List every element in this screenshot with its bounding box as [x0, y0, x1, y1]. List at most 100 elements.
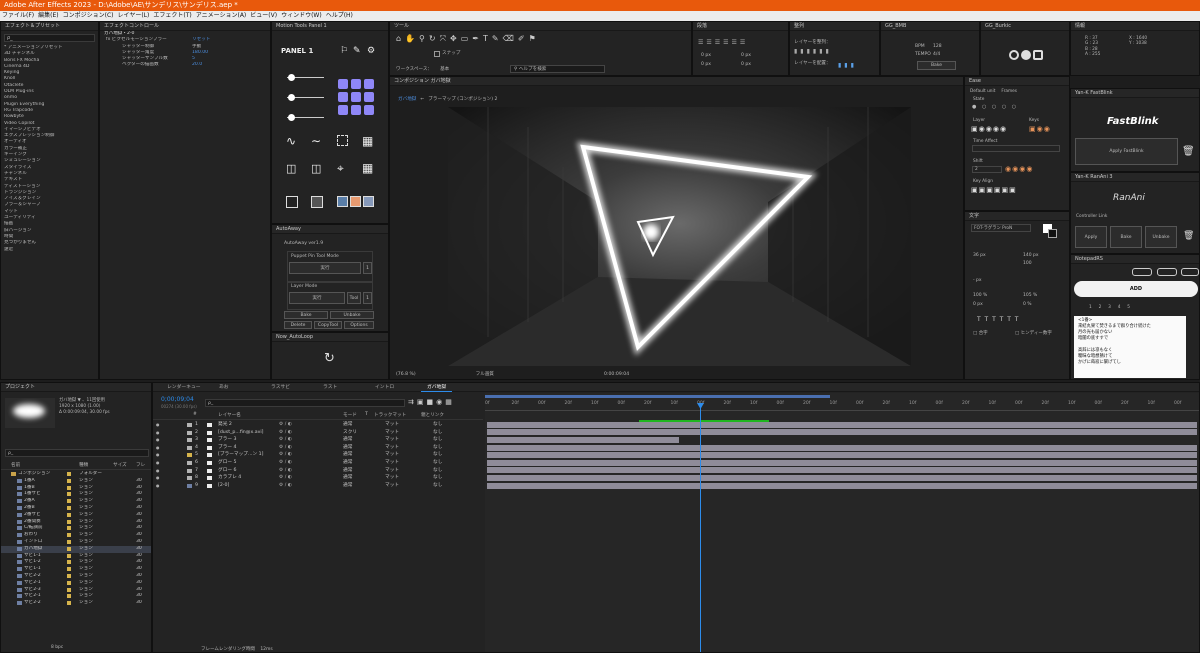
workspace-select[interactable]: 基本 [440, 67, 449, 72]
layer-name[interactable]: ブラー 4 [218, 444, 237, 452]
label-color[interactable] [67, 478, 71, 483]
layer-name[interactable]: 発光 2 [218, 421, 232, 429]
layer-row[interactable]: ● 7 グロー 6 ⚙ / ◐ 通常 マット なし [153, 467, 483, 475]
tool-icon[interactable]: ✎ [492, 34, 503, 43]
timeline-tab[interactable]: レンダーキュー [161, 383, 207, 392]
menu-item[interactable]: レイヤー(L) [116, 12, 152, 19]
label-color[interactable] [67, 519, 71, 524]
ranani-unbake-button[interactable]: Unbake [1145, 226, 1177, 248]
anchor-cell[interactable] [364, 105, 374, 115]
label-color[interactable] [67, 526, 71, 531]
help-search-input[interactable]: ⚲ ヘルプを検索 [510, 65, 605, 73]
tool-icon[interactable]: ✒ [472, 34, 483, 43]
layer-parent[interactable]: なし [433, 429, 442, 437]
visibility-eye-icon[interactable]: ● [156, 467, 160, 475]
tool-icon[interactable]: ▭ [461, 34, 473, 43]
tool-icon[interactable]: ⚲ [419, 34, 429, 43]
run-button-1[interactable]: 実行 [289, 262, 361, 274]
keys-buttons[interactable]: ▣◉◉ [1029, 125, 1051, 133]
layer-label-color[interactable] [187, 476, 192, 481]
font-size[interactable]: 36 px [973, 253, 986, 258]
zoom-select[interactable]: (76.8 %) [396, 372, 416, 377]
layer-track-bar[interactable] [487, 437, 679, 443]
layer-label-color[interactable] [187, 445, 192, 450]
tool-icon[interactable]: T [483, 34, 492, 43]
label-color[interactable] [67, 587, 71, 592]
layer-track-bar[interactable] [487, 429, 1197, 436]
layer-row[interactable]: ● 8 カラブレ 4 ⚙ / ◐ 通常 マット なし [153, 474, 483, 482]
layer-matte[interactable]: マット [385, 482, 399, 490]
timeline-tab[interactable]: あお [213, 383, 235, 392]
label-color[interactable] [67, 580, 71, 585]
label-color[interactable] [67, 601, 71, 606]
project-item[interactable]: サビ2-3 ション 30 [1, 587, 151, 594]
tempo-value[interactable]: 4/4 [933, 52, 940, 57]
layer-switches[interactable]: ⚙ / ◐ [279, 421, 292, 429]
bpm-value[interactable]: 128 [933, 44, 942, 49]
layer-name[interactable]: ブラー 3 [218, 436, 237, 444]
null-icon[interactable] [286, 196, 298, 208]
visibility-eye-icon[interactable]: ● [156, 459, 160, 467]
menu-item[interactable]: エフェクト(T) [151, 12, 193, 19]
tool-icon[interactable]: ⌂ [396, 34, 405, 43]
color-swatch-grey[interactable] [363, 196, 374, 207]
visibility-eye-icon[interactable]: ● [156, 436, 160, 444]
visibility-eye-icon[interactable]: ● [156, 474, 160, 482]
anchor-cell[interactable] [364, 79, 374, 89]
list-icon[interactable] [1132, 268, 1152, 276]
project-item[interactable]: C/転調前 ション 30 [1, 525, 151, 532]
label-color[interactable] [67, 594, 71, 599]
layer-parent[interactable]: なし [433, 421, 442, 429]
property-value[interactable]: 20.0 [192, 62, 202, 68]
layer-switches[interactable]: ⚙ / ◐ [279, 459, 292, 467]
project-item[interactable]: サビ2-2 ション 30 [1, 600, 151, 607]
tool-icon[interactable]: ✥ [450, 34, 461, 43]
tool-icon[interactable]: ↻ [429, 34, 440, 43]
project-item[interactable]: 1番B ション 30 [1, 485, 151, 492]
project-item[interactable]: 2番B ション 30 [1, 505, 151, 512]
col-name[interactable]: 名前 [11, 462, 20, 468]
layer-mode[interactable]: 通常 [343, 482, 352, 490]
anchor-cell[interactable] [364, 92, 374, 102]
col-parent[interactable]: 親とリンク [421, 412, 444, 418]
grid-icon[interactable]: ▦ [362, 134, 373, 148]
slider-2-handle[interactable] [288, 94, 295, 101]
layer-label-color[interactable] [187, 423, 192, 427]
link-icon[interactable] [1181, 268, 1199, 276]
tool-button[interactable]: Tool [347, 292, 361, 304]
layer-switches[interactable]: ⚙ / ◐ [279, 482, 292, 490]
layer-label-color[interactable] [187, 461, 192, 465]
label-color[interactable] [67, 540, 71, 544]
layer-label-color[interactable] [187, 468, 192, 473]
menu-item[interactable]: ヘルプ(H) [324, 12, 355, 19]
layer-matte[interactable]: マット [385, 459, 399, 467]
layer-buttons[interactable]: ▣◉◉◉◉ [971, 125, 1007, 133]
layer-parent[interactable]: なし [433, 451, 442, 459]
crop-icon[interactable]: ⌖ [337, 161, 344, 176]
layer-mode[interactable]: 通常 [343, 467, 352, 475]
add-button[interactable]: ADD [1074, 281, 1198, 297]
col-frame[interactable]: フレ [136, 462, 145, 468]
timeline-current-time[interactable]: 0;00;09;04 [161, 396, 194, 403]
layer-switches[interactable]: ⚙ / ◐ [279, 436, 292, 444]
layer-switches[interactable]: ⚙ / ◐ [279, 444, 292, 452]
project-item[interactable]: サビ2-1 ション 30 [1, 580, 151, 587]
timeline-search-input[interactable]: ρ_ [205, 399, 405, 407]
anchor-cell[interactable] [351, 92, 361, 102]
project-item[interactable]: 2番間奏 ション 30 [1, 519, 151, 526]
gear-icon[interactable]: ⚙ [367, 46, 375, 56]
playhead[interactable] [700, 403, 701, 652]
menu-item[interactable]: コンポジション(C) [61, 12, 116, 19]
layer-matte[interactable]: マット [385, 451, 399, 459]
layer-parent[interactable]: なし [433, 482, 442, 490]
indent-right[interactable]: 0 px [741, 53, 751, 58]
delete-button[interactable]: Delete [284, 321, 312, 329]
space-before[interactable]: 0 px [701, 62, 711, 67]
timeline-tab[interactable]: ラスサビ [265, 383, 296, 392]
bake-button[interactable]: Bake [284, 311, 328, 319]
text-icon[interactable] [1157, 268, 1177, 276]
layer-track-bar[interactable] [487, 452, 1197, 459]
project-item[interactable]: 1番A ション 30 [1, 478, 151, 485]
comp-time[interactable]: 0:00:09:04 [604, 372, 629, 377]
anchor-cell[interactable] [338, 105, 348, 115]
